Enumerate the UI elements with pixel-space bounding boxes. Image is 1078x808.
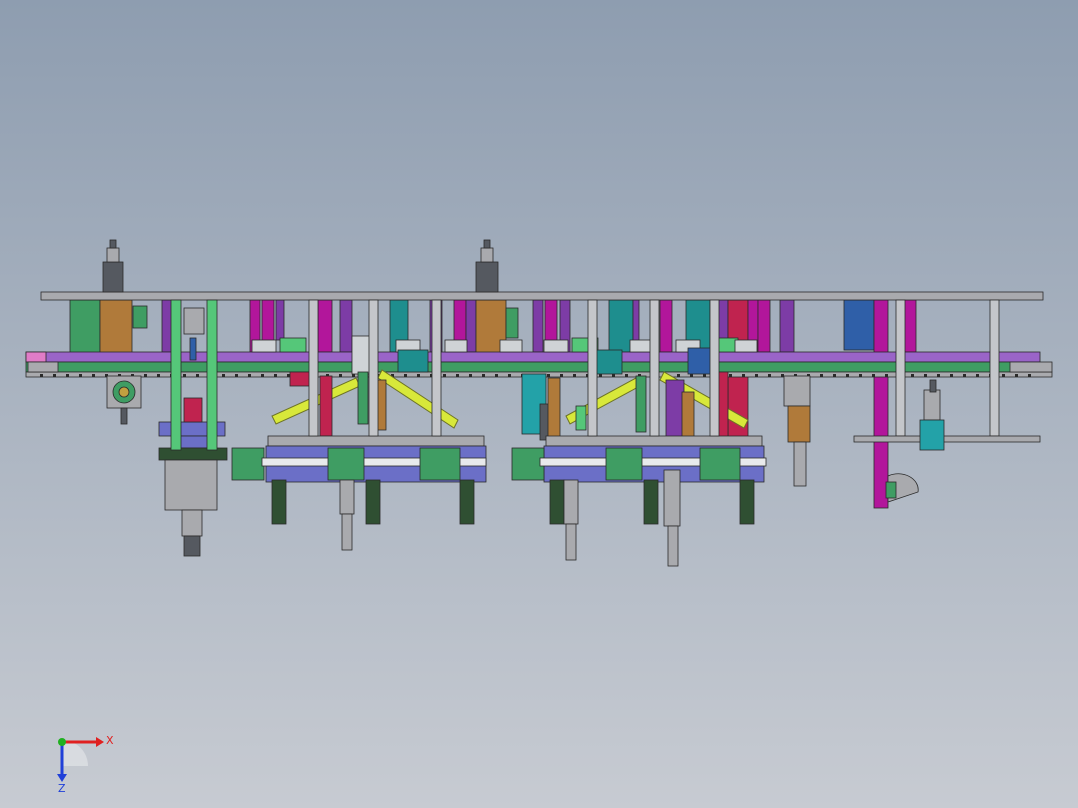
conveyor-tick [885,374,888,377]
conveyor-tick [248,374,251,377]
conveyor-tick [66,374,69,377]
conveyor-tick [872,374,875,377]
conveyor-tick [456,374,459,377]
conveyor-tick [677,374,680,377]
conveyor-tick [404,374,407,377]
conveyor-tick [339,374,342,377]
conveyor-tick [703,374,706,377]
conveyor-tick [196,374,199,377]
conveyor-tick [755,374,758,377]
x-axis-arrowhead [96,737,104,747]
conveyor-tick [1002,374,1005,377]
conveyor-tick [742,374,745,377]
x-axis-label: X [106,734,114,747]
conveyor-tick [1028,374,1031,377]
conveyor-tick [352,374,355,377]
cad-viewport[interactable]: X Z [0,0,1078,808]
right-cross-bar [853,435,1041,443]
conveyor-tick [261,374,264,377]
conveyor-tick [287,374,290,377]
conveyor-tick [79,374,82,377]
conveyor-tick [911,374,914,377]
assembly-model[interactable] [0,0,1078,808]
conveyor-tick [963,374,966,377]
conveyor-tick [781,374,784,377]
conveyor-tick [417,374,420,377]
conveyor-tick [92,374,95,377]
conveyor-tick [729,374,732,377]
z-axis-arrowhead [57,774,67,782]
conveyor-tick [599,374,602,377]
conveyor-tick [846,374,849,377]
conveyor-tick [859,374,862,377]
conveyor-tick [495,374,498,377]
conveyor-tick [937,374,940,377]
conveyor-tick [469,374,472,377]
conveyor-tick [612,374,615,377]
conveyor-tick [976,374,979,377]
conveyor-tick [53,374,56,377]
conveyor-tick [40,374,43,377]
conveyor-tick [443,374,446,377]
conveyor-tick [235,374,238,377]
conveyor-tick [157,374,160,377]
conveyor-tick [547,374,550,377]
conveyor-tick [482,374,485,377]
conveyor-tick [560,374,563,377]
z-axis-label: Z [58,782,66,794]
conveyor-tick [768,374,771,377]
conveyor-tick [820,374,823,377]
conveyor-tick [274,374,277,377]
conveyor-tick [144,374,147,377]
conveyor-tick [625,374,628,377]
conveyor-tick [183,374,186,377]
y-axis-dot [58,738,66,746]
conveyor-tick [508,374,511,377]
conveyor-tick [924,374,927,377]
conveyor-tick [222,374,225,377]
conveyor-tick [1015,374,1018,377]
conveyor-tick [573,374,576,377]
conveyor-tick [950,374,953,377]
top-frame-rail [40,291,1044,301]
orientation-triad: X Z [57,734,114,794]
conveyor-tick [833,374,836,377]
conveyor-tick [690,374,693,377]
